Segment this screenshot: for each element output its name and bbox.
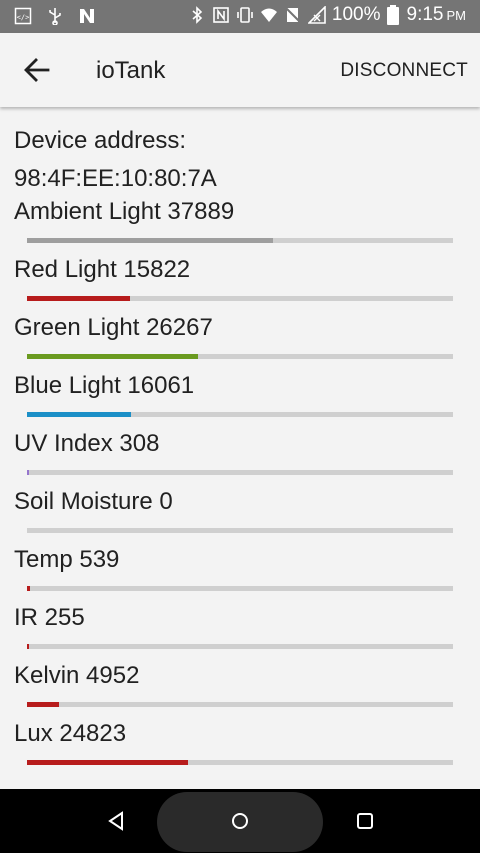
clock-time: 9:15: [406, 4, 444, 25]
device-address-value: 98:4F:EE:10:80:7A: [14, 165, 217, 192]
reading-progress-fill: [27, 702, 59, 707]
reading-progress-fill: [27, 412, 132, 417]
reading-progress-bar: [27, 528, 453, 533]
reading-label: IR 255: [14, 604, 85, 631]
reading-label: Red Light 15822: [14, 256, 191, 283]
nfc-icon: [213, 7, 229, 23]
reading-progress-bar: [27, 586, 453, 591]
battery-icon: [386, 5, 399, 25]
battery-percent: 100%: [331, 4, 381, 25]
reading-progress-bar: [27, 354, 453, 359]
reading-label: Lux 24823: [14, 720, 127, 747]
reading-progress-fill: [27, 470, 30, 475]
reading-label: Temp 539: [14, 546, 120, 573]
reading-label: UV Index 308: [14, 430, 160, 457]
bluetooth-icon: [192, 6, 203, 24]
reading-label: Soil Moisture 0: [14, 488, 173, 515]
clock-ampm: PM: [446, 7, 467, 23]
vibrate-icon: [237, 7, 253, 23]
back-arrow-icon[interactable]: [22, 55, 52, 85]
reading-progress-bar: [27, 238, 453, 243]
recents-nav-icon[interactable]: [353, 809, 377, 833]
back-nav-icon[interactable]: [104, 809, 128, 833]
reading-progress-bar: [27, 412, 453, 417]
usb-icon: [49, 8, 61, 25]
navigation-bar: [0, 789, 480, 853]
disconnect-button[interactable]: DISCONNECT: [340, 60, 468, 82]
svg-text:</>: </>: [17, 14, 30, 22]
reading-progress-bar: [27, 702, 453, 707]
reading-label: Blue Light 16061: [14, 372, 195, 399]
home-nav-icon[interactable]: [228, 809, 252, 833]
device-address-label: Device address:: [14, 127, 187, 154]
page-title: ioTank: [96, 57, 166, 84]
reading-progress-fill: [27, 354, 198, 359]
readings-panel: Device address: 98:4F:EE:10:80:7A Ambien…: [14, 122, 466, 765]
reading-progress-fill: [27, 238, 274, 243]
app-bar: ioTank DISCONNECT: [0, 33, 480, 107]
reading-progress-fill: [27, 760, 189, 765]
notification-n-icon: [80, 9, 94, 23]
reading-label: Kelvin 4952: [14, 662, 140, 689]
reading-label: Green Light 26267: [14, 314, 213, 341]
reading-progress-fill: [27, 296, 130, 301]
code-icon: </>: [14, 7, 32, 25]
signal-icon: [307, 6, 326, 24]
reading-progress-fill: [27, 644, 29, 649]
reading-progress-bar: [27, 296, 453, 301]
reading-progress-bar: [27, 644, 453, 649]
wifi-icon: [260, 8, 277, 22]
reading-progress-bar: [27, 470, 453, 475]
reading-label: Ambient Light 37889: [14, 198, 235, 225]
status-bar: </> 100% 9:15 PM: [0, 0, 480, 33]
reading-progress-fill: [27, 586, 31, 591]
reading-progress-bar: [27, 760, 453, 765]
do-not-disturb-icon: [284, 6, 302, 24]
